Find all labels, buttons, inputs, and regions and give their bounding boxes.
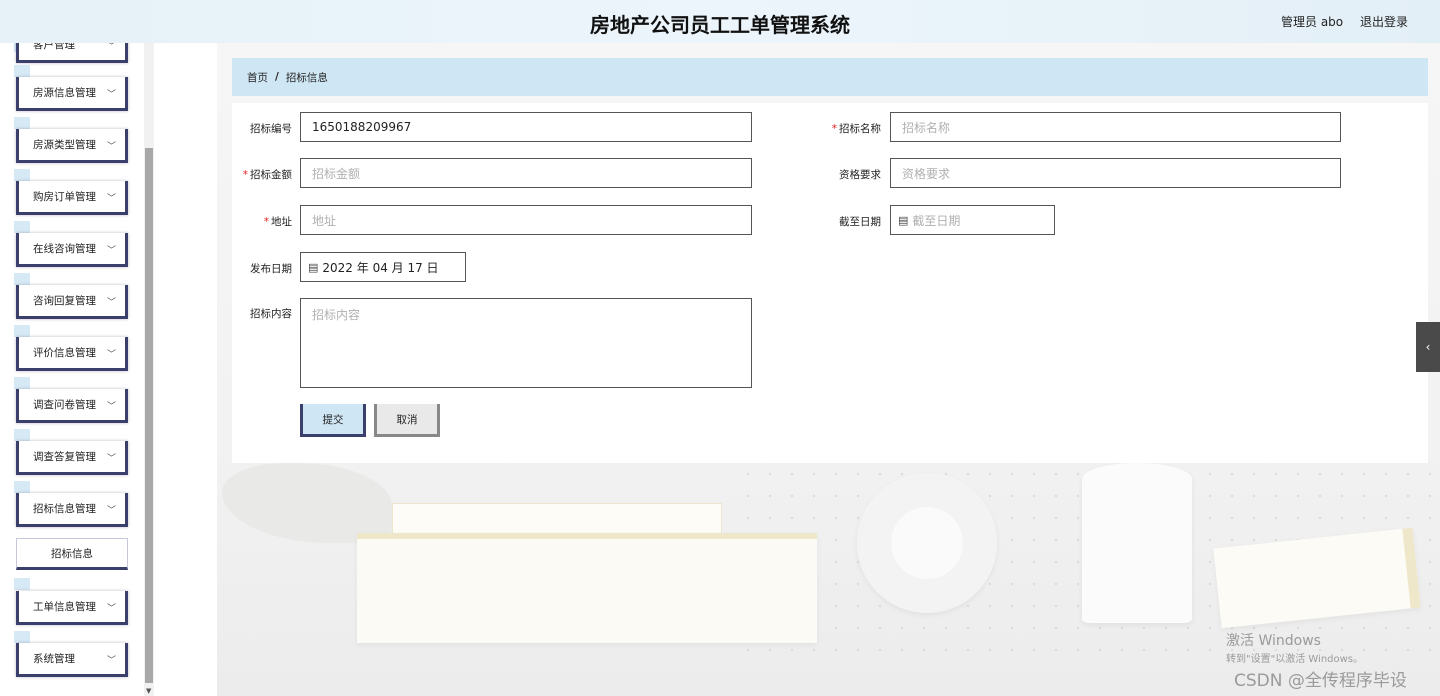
logout-link[interactable]: 退出登录: [1360, 13, 1408, 30]
sidebar-accent: [14, 377, 30, 389]
chevron-left-icon: ‹: [1425, 340, 1431, 354]
submit-button[interactable]: 提交: [300, 404, 366, 437]
breadcrumb-separator: /: [275, 71, 279, 83]
sidebar-accent: [14, 631, 30, 643]
top-header: 房地产公司员工工单管理系统 管理员 abo 退出登录: [0, 0, 1440, 43]
breadcrumb-current: 招标信息: [285, 71, 328, 84]
chevron-down-icon: ﹀: [106, 402, 116, 412]
chevron-down-icon: ﹀: [106, 298, 116, 308]
address-label: * 地址: [263, 216, 292, 228]
content-label: 招标内容: [250, 308, 292, 320]
sidebar-accent: [14, 273, 30, 285]
bid-amount-input[interactable]: 招标金额: [300, 158, 752, 188]
sidebar-item-workorder[interactable]: 工单信息管理 ﹀: [16, 591, 128, 625]
sidebar-item-system[interactable]: 系统管理 ﹀: [16, 643, 128, 677]
sidebar-item-label: 评价信息管理: [33, 347, 96, 359]
sidebar-item-label: 在线咨询管理: [33, 243, 96, 255]
bid-no-input[interactable]: 1650188209967: [300, 112, 752, 142]
sidebar-item-listing[interactable]: 房源信息管理 ﹀: [16, 77, 128, 111]
sidebar-accent: [14, 117, 30, 129]
csdn-watermark: CSDN @全传程序毕设: [1234, 671, 1407, 691]
calendar-icon: ▤: [898, 213, 909, 227]
sidebar-item-survey[interactable]: 调查问卷管理 ﹀: [16, 389, 128, 423]
chevron-down-icon: ﹀: [106, 350, 116, 360]
chevron-down-icon: ﹀: [106, 604, 116, 614]
sidebar-accent: [14, 221, 30, 233]
bid-amount-label: * 招标金额: [242, 169, 292, 181]
chevron-down-icon: ﹀: [106, 246, 116, 256]
sidebar-subitem-bid-info[interactable]: 招标信息: [16, 538, 128, 570]
breadcrumb-home[interactable]: 首页: [247, 70, 268, 85]
publish-date-label: 发布日期: [250, 263, 292, 275]
sidebar-scroll-thumb[interactable]: [145, 148, 153, 683]
sidebar-item-listing-type[interactable]: 房源类型管理 ﹀: [16, 129, 128, 163]
chevron-down-icon: ﹀: [106, 656, 116, 666]
scroll-down-icon[interactable]: ▼: [146, 687, 151, 695]
chevron-down-icon: ﹀: [106, 142, 116, 152]
bid-no-label: 招标编号: [250, 123, 292, 135]
sidebar-item-label: 调查问卷管理: [33, 399, 96, 411]
sidebar-item-label: 房源类型管理: [33, 139, 96, 151]
sidebar-item-customer[interactable]: 客户管理 ﹀: [16, 43, 128, 63]
sidebar-item-orders[interactable]: 购房订单管理 ﹀: [16, 181, 128, 215]
sidebar-item-survey-reply[interactable]: 调查答复管理 ﹀: [16, 441, 128, 475]
deadline-label: 截至日期: [839, 216, 881, 228]
sidebar-accent: [14, 325, 30, 337]
sidebar-item-label: 招标信息管理: [33, 503, 96, 515]
sidebar-accent: [14, 481, 30, 493]
qualification-label: 资格要求: [839, 169, 881, 181]
content-textarea[interactable]: 招标内容: [300, 298, 752, 388]
decorative-leaf: [222, 463, 392, 543]
cancel-button[interactable]: 取消: [374, 404, 440, 437]
sidebar-item-label: 工单信息管理: [33, 601, 96, 613]
sidebar-accent: [14, 65, 30, 77]
chevron-down-icon: ﹀: [106, 194, 116, 204]
sidebar-item-label: 调查答复管理: [33, 451, 96, 463]
sidebar-accent: [14, 578, 30, 590]
bid-name-input[interactable]: 招标名称: [890, 112, 1341, 142]
sidebar-item-label: 系统管理: [33, 653, 75, 665]
current-user: 管理员 abo: [1281, 15, 1344, 29]
breadcrumb: 首页 / 招标信息: [232, 58, 1428, 96]
windows-activation-hint: 转到"设置"以激活 Windows。: [1226, 654, 1364, 665]
publish-date-picker[interactable]: ▤ 2022 年 04 月 17 日: [300, 252, 466, 282]
windows-activation-watermark: 激活 Windows: [1226, 633, 1321, 649]
deadline-date-picker[interactable]: ▤ 截至日期: [890, 205, 1055, 235]
decorative-box: [357, 533, 817, 643]
collapse-panel-tab[interactable]: ‹: [1416, 322, 1440, 372]
bid-form: 招标编号 1650188209967 * 招标名称 招标名称 * 招标金额 招标金额…: [232, 103, 1428, 463]
sidebar-item-bidding[interactable]: 招标信息管理 ﹀: [16, 493, 128, 527]
sidebar-item-label: 咨询回复管理: [33, 295, 96, 307]
calendar-icon: ▤: [308, 260, 319, 274]
qualification-input[interactable]: 资格要求: [890, 158, 1341, 188]
sidebar-item-consult[interactable]: 在线咨询管理 ﹀: [16, 233, 128, 267]
chevron-down-icon: ﹀: [106, 90, 116, 100]
sidebar-item-label: 客户管理: [33, 43, 75, 51]
sidebar-item-label: 房源信息管理: [33, 87, 96, 99]
decorative-tape-roll: [857, 473, 997, 613]
chevron-down-icon: ﹀: [106, 454, 116, 464]
sidebar-accent: [14, 169, 30, 181]
app-title: 房地产公司员工工单管理系统: [590, 13, 850, 37]
bid-name-label: * 招标名称: [831, 123, 881, 135]
sidebar-item-review[interactable]: 评价信息管理 ﹀: [16, 337, 128, 371]
address-input[interactable]: 地址: [300, 205, 752, 235]
sidebar: 客户管理 ﹀ 房源信息管理 ﹀ 房源类型管理 ﹀ 购房订单管理 ﹀ 在线咨询管理…: [0, 43, 155, 696]
decorative-cylinder: [1082, 463, 1192, 623]
sidebar-accent: [14, 429, 30, 441]
sidebar-item-consult-reply[interactable]: 咨询回复管理 ﹀: [16, 285, 128, 319]
sidebar-item-label: 购房订单管理: [33, 191, 96, 203]
chevron-down-icon: ﹀: [106, 506, 116, 516]
chevron-down-icon: ﹀: [106, 43, 116, 52]
